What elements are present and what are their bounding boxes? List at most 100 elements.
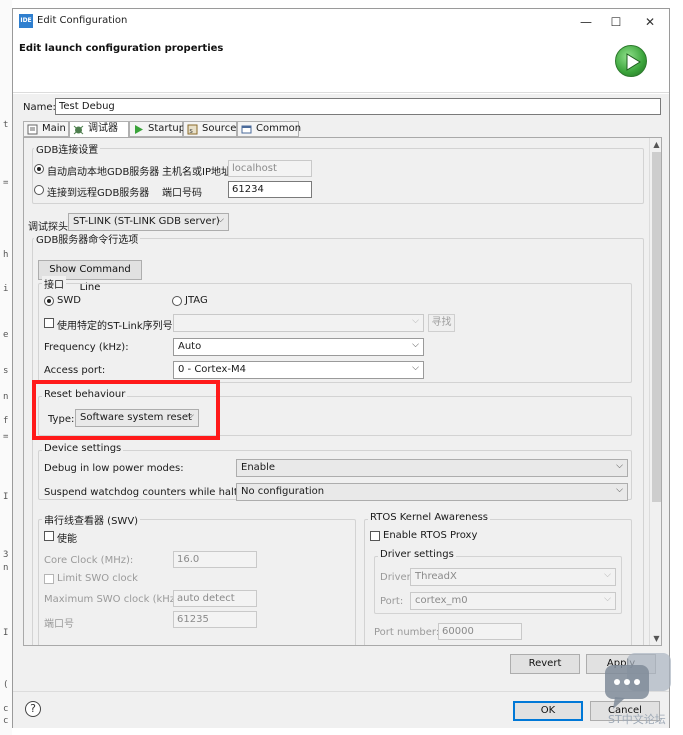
chevron-down-icon: ⌵	[616, 485, 623, 495]
rtos-port-label: Port:	[380, 596, 404, 607]
port-number-label: Port number:	[374, 627, 440, 638]
strip-char: f	[3, 416, 9, 426]
name-input[interactable]: Test Debug	[55, 98, 661, 115]
probe-select[interactable]: ST-LINK (ST-LINK GDB server) ⌵	[68, 213, 229, 231]
revert-button[interactable]: Revert	[510, 654, 580, 674]
interface-label: 接口	[42, 276, 66, 291]
maximize-button[interactable]: ☐	[601, 11, 631, 33]
name-label: Name:	[23, 102, 56, 113]
title-bar[interactable]: IDE Edit Configuration — ☐ ✕	[13, 9, 669, 35]
access-port-select[interactable]: 0 - Cortex-M4 ⌵	[173, 361, 424, 379]
probe-value: ST-LINK (ST-LINK GDB server)	[73, 216, 220, 227]
local-gdb-label: 自动启动本地GDB服务器	[47, 167, 160, 178]
core-clock-label: Core Clock (MHz):	[44, 555, 134, 566]
serial-number-label: 使用特定的ST-Link序列号	[57, 321, 173, 332]
watchdog-select[interactable]: No configuration ⌵	[236, 483, 628, 501]
frequency-value: Auto	[178, 341, 202, 352]
remote-gdb-label: 连接到远程GDB服务器	[47, 188, 150, 199]
strip-char: I	[3, 628, 9, 638]
strip-char: =	[3, 432, 9, 442]
tab-main[interactable]: Main	[23, 121, 69, 137]
swd-label: SWD	[57, 295, 81, 306]
port-input[interactable]: 61234	[228, 181, 312, 198]
serial-number-checkbox[interactable]	[44, 318, 54, 328]
jtag-label: JTAG	[185, 295, 208, 306]
low-power-label: Debug in low power modes:	[44, 463, 184, 474]
strip-char: c	[3, 704, 9, 714]
panel-scrollbar[interactable]: ▲ ▼	[649, 138, 661, 645]
tab-source[interactable]: s Source	[183, 121, 237, 137]
run-debug-icon	[615, 45, 647, 77]
swv-enable-checkbox[interactable]	[44, 531, 54, 541]
driver-value: ThreadX	[415, 571, 457, 582]
reset-behaviour-highlight	[32, 380, 220, 440]
svg-text:s: s	[189, 127, 193, 135]
strip-char: I	[3, 492, 9, 502]
swd-radio[interactable]	[44, 296, 54, 306]
chevron-down-icon: ⌵	[412, 340, 419, 350]
source-tab-icon: s	[187, 124, 198, 135]
scroll-up-icon[interactable]: ▲	[650, 138, 661, 151]
driver-settings-label: Driver settings	[378, 549, 456, 560]
chevron-down-icon: ⌵	[217, 215, 224, 225]
watchdog-label: Suspend watchdog counters while halted:	[44, 487, 254, 498]
rtos-proxy-checkbox[interactable]	[370, 531, 380, 541]
rtos-proxy-label: Enable RTOS Proxy	[383, 530, 478, 541]
swv-enable-label: 使能	[57, 534, 77, 545]
tab-startup[interactable]: Startup	[129, 121, 186, 137]
remote-gdb-radio[interactable]	[34, 185, 44, 195]
access-port-label: Access port:	[44, 365, 106, 376]
host-input[interactable]: localhost	[228, 160, 312, 177]
driver-select[interactable]: ThreadX ⌵	[410, 568, 616, 586]
debugger-tab-icon	[73, 124, 84, 135]
port-label: 端口号码	[162, 188, 202, 199]
common-tab-icon	[241, 124, 252, 135]
low-power-value: Enable	[241, 462, 276, 473]
edit-configuration-dialog: IDE Edit Configuration — ☐ ✕ Edit launch…	[12, 8, 670, 728]
dialog-header: Edit launch configuration properties	[13, 35, 669, 93]
limit-swo-label: Limit SWO clock	[57, 573, 138, 584]
tab-label: Startup	[148, 123, 186, 134]
device-settings-label: Device settings	[42, 443, 124, 454]
chevron-down-icon: ⌵	[616, 461, 623, 471]
strip-char: n	[3, 563, 9, 573]
limit-swo-checkbox[interactable]	[44, 574, 54, 584]
help-icon[interactable]: ?	[25, 701, 41, 717]
scan-button[interactable]: 寻找	[428, 314, 455, 332]
dialog-body: Name: Test Debug Main 调试器 Startup s Sour…	[13, 94, 669, 728]
strip-char: h	[3, 250, 9, 260]
driver-label: Driver:	[380, 572, 414, 583]
core-clock-input[interactable]: 16.0	[173, 551, 257, 568]
forum-watermark-icon	[603, 651, 673, 711]
minimize-button[interactable]: —	[571, 11, 601, 33]
jtag-radio[interactable]	[172, 296, 182, 306]
ok-button[interactable]: OK	[513, 701, 583, 721]
strip-char: c	[3, 716, 9, 726]
local-gdb-radio[interactable]	[34, 164, 44, 174]
port-number-input[interactable]: 60000	[438, 623, 522, 640]
scroll-down-icon[interactable]: ▼	[650, 632, 661, 645]
close-button[interactable]: ✕	[635, 11, 665, 33]
tab-debugger[interactable]: 调试器	[69, 121, 129, 138]
main-tab-icon	[27, 124, 38, 135]
low-power-select[interactable]: Enable ⌵	[236, 459, 628, 477]
swv-label: 串行线查看器 (SWV)	[42, 512, 141, 527]
footer-separator	[13, 691, 669, 692]
frequency-select[interactable]: Auto ⌵	[173, 338, 424, 356]
watchdog-value: No configuration	[241, 486, 325, 497]
max-swo-input[interactable]: auto detect	[173, 590, 257, 607]
rtos-port-select[interactable]: cortex_m0 ⌵	[410, 592, 616, 610]
tab-common[interactable]: Common	[237, 121, 302, 137]
scrollbar-thumb[interactable]	[652, 152, 661, 502]
ide-app-icon: IDE	[19, 14, 33, 28]
tab-label: Source	[202, 123, 237, 134]
chevron-down-icon: ⌵	[604, 594, 611, 604]
serial-number-select[interactable]: ⌵	[173, 314, 424, 332]
strip-char: i	[3, 284, 9, 294]
strip-char: e	[3, 330, 9, 340]
swv-port-input[interactable]: 61235	[173, 611, 257, 628]
strip-char: s	[3, 366, 9, 376]
tab-label: Common	[256, 123, 302, 134]
header-title: Edit launch configuration properties	[19, 43, 224, 54]
window-title: Edit Configuration	[37, 15, 128, 26]
